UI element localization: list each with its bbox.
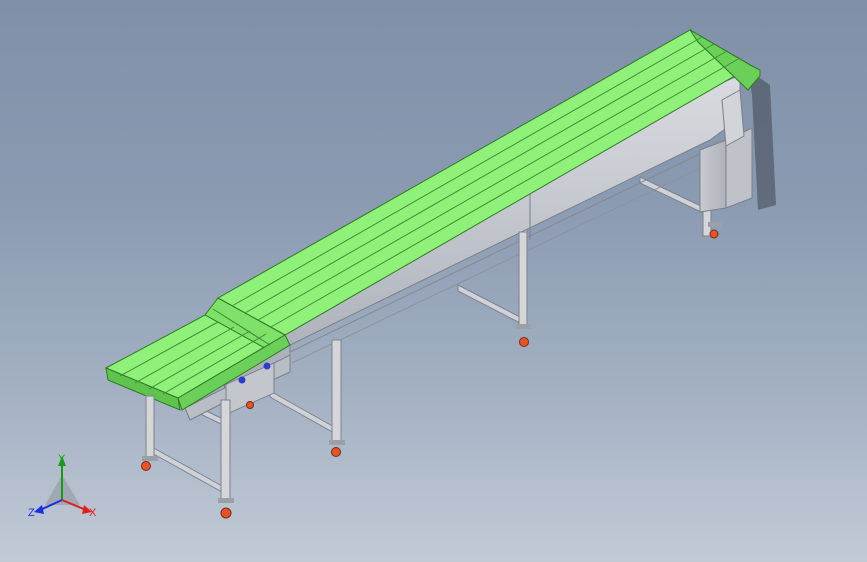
motor-box-front [699,139,727,213]
motor-top [721,89,745,147]
brace-mid-left [269,390,337,435]
brace-mid-right [457,284,523,325]
caster-3 [329,440,345,457]
caster-4 [516,324,531,347]
triad-z-arrow [34,505,44,514]
caster-6 [246,401,254,409]
leg-front-center [220,399,231,501]
triad-z-label: Z [28,507,35,519]
leg-front-left [145,395,155,459]
side-frame-body [219,74,741,396]
leg-mid-right [518,231,528,327]
belt-main-surface [216,29,753,336]
bolt-1 [238,376,246,384]
leg-mid [331,339,342,443]
cad-3d-viewport[interactable]: Y X Z [0,0,867,562]
conveyor-belt[interactable] [104,29,761,411]
bolt-2 [263,362,271,370]
caster-1 [141,456,158,471]
triad-y-label: Y [58,453,66,465]
brace-front-left [149,445,223,493]
orientation-triad[interactable]: Y X Z [28,453,97,519]
caster-2 [218,498,234,519]
brace-right [639,176,704,214]
triad-x-label: X [89,507,97,519]
conveyor-model[interactable]: Y X Z [0,0,867,562]
